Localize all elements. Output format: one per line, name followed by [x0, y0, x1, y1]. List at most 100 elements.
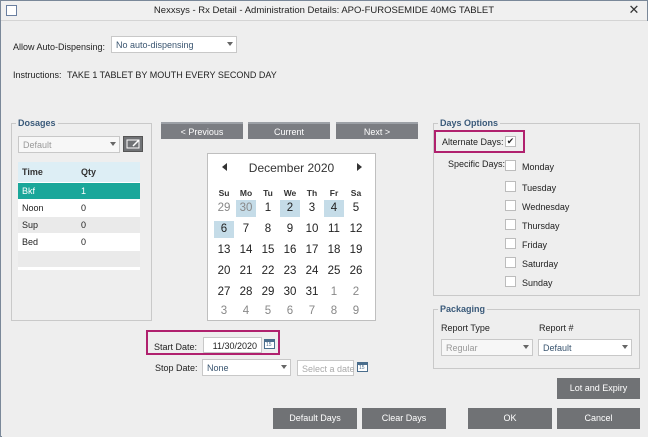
chevron-down-icon	[622, 345, 628, 349]
row-time: Bed	[22, 237, 39, 247]
chevron-down-icon	[110, 142, 116, 146]
calendar-day[interactable]: 11	[324, 221, 344, 238]
next-button[interactable]: Next >	[336, 122, 418, 139]
calendar-day[interactable]: 21	[236, 263, 256, 280]
calendar-day[interactable]: 16	[280, 242, 300, 259]
calendar-day[interactable]: 8	[324, 303, 344, 320]
calendar-day[interactable]: 23	[280, 263, 300, 280]
current-button[interactable]: Current	[248, 122, 330, 139]
weekday-header: Fr	[329, 188, 339, 198]
weekday-header: Tu	[263, 188, 273, 198]
calendar-day[interactable]: 28	[236, 284, 256, 301]
table-row-empty	[18, 251, 140, 268]
calendar-day[interactable]: 2	[346, 284, 366, 301]
day-label-monday: Monday	[522, 162, 555, 172]
calendar-day[interactable]: 31	[302, 284, 322, 301]
day-label-friday: Friday	[522, 240, 548, 250]
calendar-day[interactable]: 12	[346, 221, 366, 238]
dosages-title: Dosages	[16, 118, 58, 128]
table-row[interactable]: Bed 0	[18, 234, 140, 251]
calendar-day[interactable]: 7	[236, 221, 256, 238]
calendar-day[interactable]: 18	[324, 242, 344, 259]
stop-date-select[interactable]: None	[202, 359, 291, 376]
month-calendar: December 2020 Su Mo Tu We Th Fr Sa 29 30 1 2 3 4 5 6 7 8…	[207, 153, 376, 321]
calendar-day[interactable]: 13	[214, 242, 234, 259]
day-checkbox-saturday[interactable]	[505, 257, 516, 268]
calendar-day[interactable]: 14	[236, 242, 256, 259]
table-row[interactable]: Noon 0	[18, 200, 140, 217]
weekday-header: Mo	[239, 188, 253, 198]
table-row[interactable]: Bkf 1	[18, 183, 140, 200]
calendar-day[interactable]: 24	[302, 263, 322, 280]
clear-days-button[interactable]: Clear Days	[362, 408, 446, 429]
day-label-sunday: Sunday	[522, 278, 553, 288]
ok-button[interactable]: OK	[468, 408, 552, 429]
lot-expiry-button[interactable]: Lot and Expiry	[557, 378, 640, 399]
day-checkbox-tuesday[interactable]	[505, 181, 516, 192]
cancel-button[interactable]: Cancel	[557, 408, 640, 429]
row-time: Sup	[22, 220, 39, 230]
calendar-day[interactable]: 4	[236, 303, 256, 320]
packaging-title: Packaging	[438, 304, 488, 314]
dosage-preset-select[interactable]: Default	[18, 136, 120, 153]
calendar-day[interactable]: 9	[346, 303, 366, 320]
calendar-day[interactable]: 30	[280, 284, 300, 301]
day-checkbox-sunday[interactable]	[505, 276, 516, 287]
calendar-day[interactable]: 9	[280, 221, 300, 238]
row-time: Bkf	[22, 186, 36, 196]
row-time: Noon	[22, 203, 44, 213]
calendar-day[interactable]: 29	[258, 284, 278, 301]
calendar-day[interactable]: 10	[302, 221, 322, 238]
alternate-days-checkbox[interactable]: ✔	[505, 136, 516, 147]
stop-date-input[interactable]: Select a date	[297, 360, 355, 376]
calendar-day[interactable]: 2	[280, 200, 300, 217]
calendar-day[interactable]: 8	[258, 221, 278, 238]
day-label-wednesday: Wednesday	[522, 202, 570, 212]
specific-days-label: Specific Days:	[448, 159, 506, 169]
calendar-day[interactable]: 30	[236, 200, 256, 217]
calendar-day[interactable]: 17	[302, 242, 322, 259]
edit-dosage-button[interactable]	[123, 136, 143, 152]
weekday-header: We	[283, 188, 297, 198]
close-icon[interactable]: ✕	[627, 3, 641, 17]
calendar-day[interactable]: 1	[324, 284, 344, 301]
calendar-icon[interactable]	[264, 339, 275, 349]
calendar-day[interactable]: 20	[214, 263, 234, 280]
calendar-day[interactable]: 6	[280, 303, 300, 320]
day-checkbox-thursday[interactable]	[505, 219, 516, 230]
chevron-right-icon[interactable]	[357, 163, 362, 171]
table-row[interactable]: Sup 0	[18, 217, 140, 234]
day-checkbox-wednesday[interactable]	[505, 200, 516, 211]
calendar-day[interactable]: 19	[346, 242, 366, 259]
calendar-day[interactable]: 27	[214, 284, 234, 301]
dosage-table: Time Qty Bkf 1 Noon 0 Sup 0 Bed 0	[18, 162, 140, 270]
calendar-day[interactable]: 29	[214, 200, 234, 217]
calendar-day[interactable]: 15	[258, 242, 278, 259]
calendar-day[interactable]: 5	[258, 303, 278, 320]
calendar-day[interactable]: 5	[346, 200, 366, 217]
default-days-button[interactable]: Default Days	[273, 408, 357, 429]
calendar-day[interactable]: 22	[258, 263, 278, 280]
auto-dispensing-label: Allow Auto-Dispensing:	[13, 42, 106, 52]
calendar-day[interactable]: 4	[324, 200, 344, 217]
calendar-day[interactable]: 3	[302, 200, 322, 217]
start-date-input[interactable]: 11/30/2020	[203, 337, 262, 353]
day-checkbox-friday[interactable]	[505, 238, 516, 249]
report-type-select[interactable]: Regular	[441, 339, 533, 356]
calendar-day[interactable]: 7	[302, 303, 322, 320]
calendar-day[interactable]: 25	[324, 263, 344, 280]
day-checkbox-monday[interactable]	[505, 160, 516, 171]
dosage-preset-value: Default	[23, 140, 52, 150]
calendar-day[interactable]: 3	[214, 303, 234, 320]
auto-dispensing-select[interactable]: No auto-dispensing	[111, 36, 237, 53]
calendar-icon[interactable]	[357, 362, 368, 372]
calendar-day[interactable]: 1	[258, 200, 278, 217]
report-number-label: Report #	[539, 323, 574, 333]
column-qty: Qty	[81, 167, 97, 177]
calendar-day[interactable]: 26	[346, 263, 366, 280]
instructions-label: Instructions:	[13, 70, 62, 80]
chevron-down-icon	[227, 42, 233, 46]
previous-button[interactable]: < Previous	[161, 122, 243, 139]
calendar-day[interactable]: 6	[214, 221, 234, 238]
report-number-select[interactable]: Default	[538, 339, 632, 356]
